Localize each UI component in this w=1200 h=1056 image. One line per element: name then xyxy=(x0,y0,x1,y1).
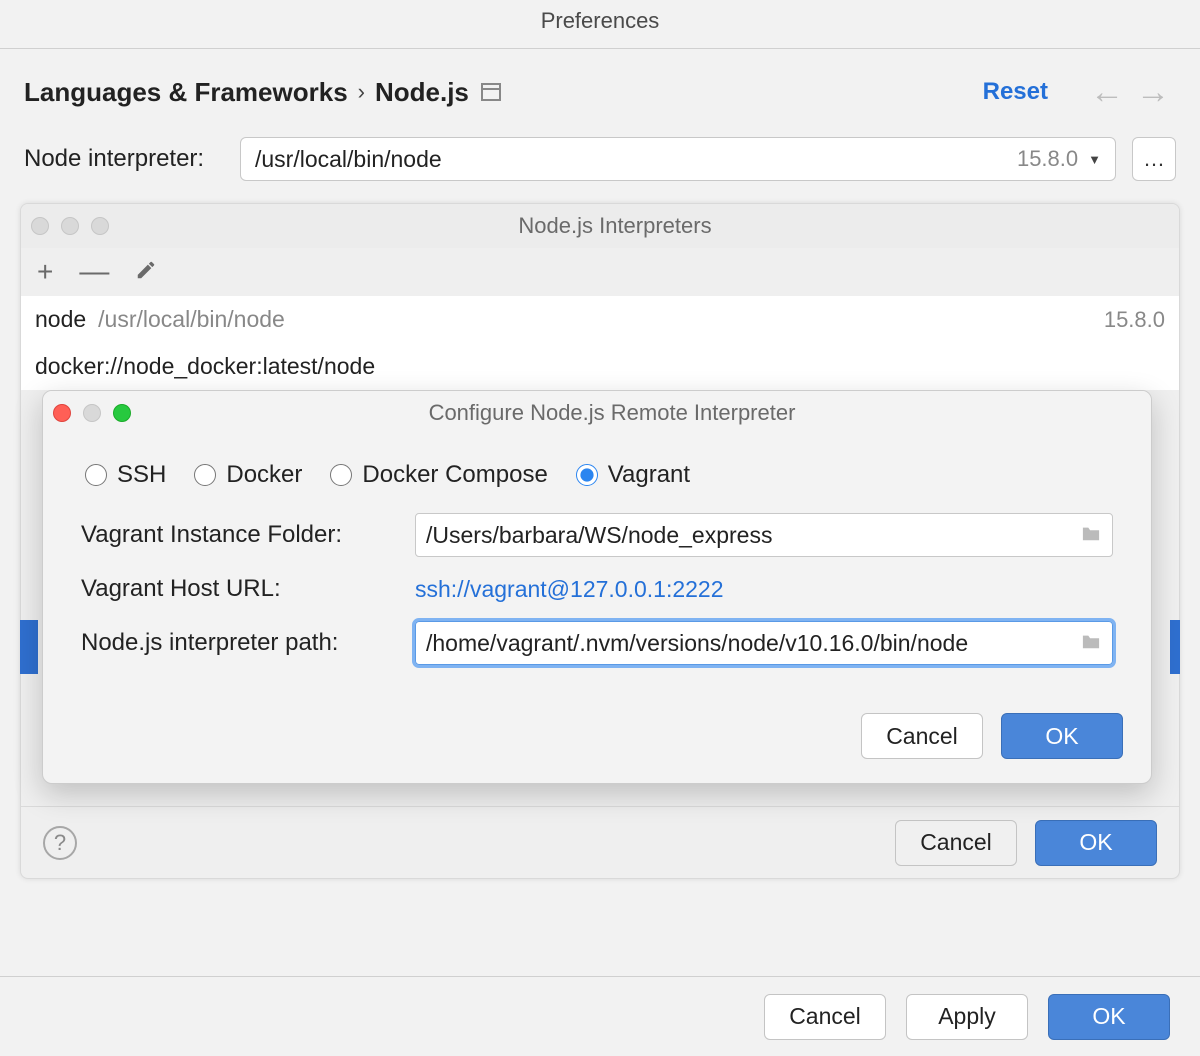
configure-remote-interpreter-dialog: Configure Node.js Remote Interpreter SSH… xyxy=(42,390,1152,784)
radio-docker-compose[interactable]: Docker Compose xyxy=(330,461,547,489)
interpreter-path: /usr/local/bin/node xyxy=(98,306,285,333)
forward-arrow-icon[interactable]: → xyxy=(1136,75,1170,109)
pencil-icon xyxy=(135,259,157,281)
interpreter-name: node xyxy=(35,306,86,333)
radio-docker[interactable]: Docker xyxy=(194,461,302,489)
selection-highlight xyxy=(20,620,38,674)
chevron-down-icon: ▼ xyxy=(1088,152,1101,167)
interpreter-path-value: /home/vagrant/.nvm/versions/node/v10.16.… xyxy=(426,630,1080,657)
back-arrow-icon[interactable]: ← xyxy=(1090,75,1124,109)
breadcrumb: Languages & Frameworks › Node.js xyxy=(24,77,501,108)
cancel-button[interactable]: Cancel xyxy=(764,994,886,1040)
minimize-icon[interactable] xyxy=(61,217,79,235)
breadcrumb-parent[interactable]: Languages & Frameworks xyxy=(24,77,348,108)
radio-ssh-label: SSH xyxy=(117,461,166,489)
radio-vagrant-label: Vagrant xyxy=(608,461,690,489)
folder-icon[interactable] xyxy=(1080,632,1102,655)
cancel-button[interactable]: Cancel xyxy=(861,713,983,759)
zoom-icon[interactable] xyxy=(113,404,131,422)
node-interpreter-value: /usr/local/bin/node xyxy=(255,146,1017,173)
minimize-icon[interactable] xyxy=(83,404,101,422)
radio-docker-compose-label: Docker Compose xyxy=(362,461,547,489)
window-icon xyxy=(481,83,501,101)
ok-button[interactable]: OK xyxy=(1048,994,1170,1040)
more-button[interactable]: … xyxy=(1132,137,1176,181)
reset-button[interactable]: Reset xyxy=(983,78,1048,106)
radio-ssh[interactable]: SSH xyxy=(85,461,166,489)
instance-folder-field[interactable]: /Users/barbara/WS/node_express xyxy=(415,513,1113,557)
remove-button[interactable]: — xyxy=(79,266,109,278)
help-button[interactable]: ? xyxy=(43,826,77,860)
interpreter-path-label: Node.js interpreter path: xyxy=(81,629,391,657)
list-item[interactable]: docker://node_docker:latest/node xyxy=(21,343,1179,390)
preferences-footer: Cancel Apply OK xyxy=(0,976,1200,1056)
cancel-button[interactable]: Cancel xyxy=(895,820,1017,866)
remote-dialog-title: Configure Node.js Remote Interpreter xyxy=(145,400,1079,426)
selection-highlight xyxy=(1170,620,1180,674)
node-interpreter-version: 15.8.0 xyxy=(1017,146,1078,172)
zoom-icon[interactable] xyxy=(91,217,109,235)
ok-button[interactable]: OK xyxy=(1035,820,1157,866)
folder-icon[interactable] xyxy=(1080,524,1102,547)
interpreter-name: docker://node_docker:latest/node xyxy=(35,353,375,380)
close-icon[interactable] xyxy=(31,217,49,235)
instance-folder-label: Vagrant Instance Folder: xyxy=(81,521,391,549)
radio-docker-label: Docker xyxy=(226,461,302,489)
ellipsis-icon: … xyxy=(1143,146,1165,172)
apply-button[interactable]: Apply xyxy=(906,994,1028,1040)
chevron-right-icon: › xyxy=(358,79,365,105)
list-item[interactable]: node /usr/local/bin/node 15.8.0 xyxy=(21,296,1179,343)
breadcrumb-current: Node.js xyxy=(375,77,469,108)
close-icon[interactable] xyxy=(53,404,71,422)
edit-button[interactable] xyxy=(135,259,157,286)
host-url-value[interactable]: ssh://vagrant@127.0.0.1:2222 xyxy=(415,576,724,603)
connection-type-radios: SSH Docker Docker Compose Vagrant xyxy=(85,461,1113,489)
instance-folder-value: /Users/barbara/WS/node_express xyxy=(426,522,1080,549)
interpreter-version: 15.8.0 xyxy=(1104,307,1165,333)
interpreter-path-field[interactable]: /home/vagrant/.nvm/versions/node/v10.16.… xyxy=(415,621,1113,665)
host-url-label: Vagrant Host URL: xyxy=(81,575,391,603)
node-interpreter-label: Node interpreter: xyxy=(24,145,224,173)
node-interpreter-dropdown[interactable]: /usr/local/bin/node 15.8.0 ▼ xyxy=(240,137,1116,181)
interpreters-dialog-title: Node.js Interpreters xyxy=(123,213,1107,239)
help-icon: ? xyxy=(54,830,66,856)
add-button[interactable]: + xyxy=(37,265,53,279)
page-title: Preferences xyxy=(0,0,1200,49)
ok-button[interactable]: OK xyxy=(1001,713,1123,759)
radio-vagrant[interactable]: Vagrant xyxy=(576,461,690,489)
